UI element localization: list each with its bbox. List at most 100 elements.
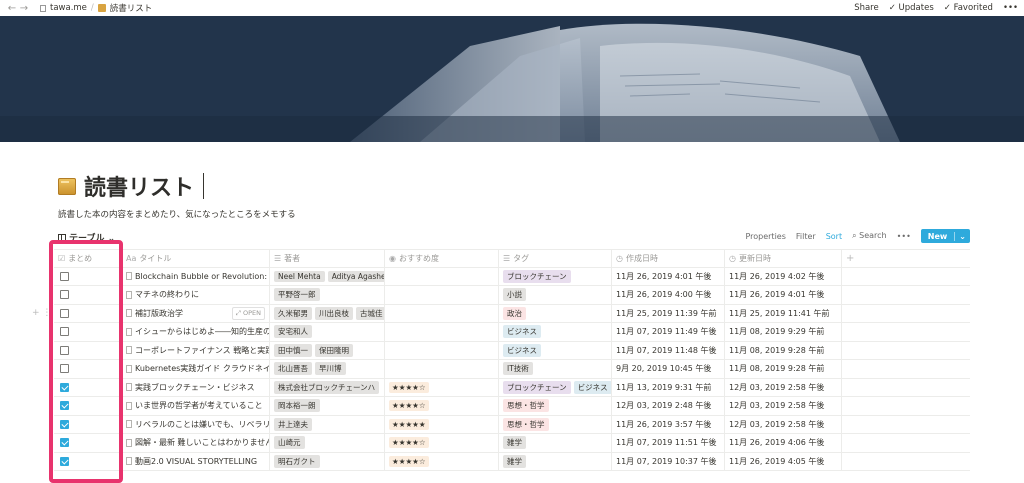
tag-cell[interactable]: 思想・哲学 [499, 397, 612, 415]
column-header[interactable]: ☰ 著者 [270, 250, 385, 267]
tag-cell[interactable]: 雑学 [499, 434, 612, 452]
more-options-icon[interactable]: ••• [897, 232, 911, 241]
title-cell[interactable]: 動画2.0 VISUAL STORYTELLING [122, 452, 270, 470]
column-header[interactable]: ◷ 作成日時 [612, 250, 725, 267]
table-row[interactable]: リベラルのことは嫌いでも、リベラリズ 井上達夫 ★★★★★ 思想・哲学 11月 26, … [54, 415, 970, 434]
rating-cell[interactable] [385, 323, 499, 341]
filter-button[interactable]: Filter [796, 232, 816, 241]
created-time: 11月 26, 2019 3:57 午後 [616, 419, 712, 429]
rating-cell[interactable]: ★★★★☆ [385, 452, 499, 470]
row-title[interactable]: コーポレートファイナンス 戦略と実践 [135, 345, 269, 356]
more-options-icon[interactable]: ••• [1003, 3, 1018, 13]
title-cell[interactable]: マチネの終わりに [122, 286, 270, 304]
row-title[interactable]: 図解・最新 難しいことはわかりません [135, 437, 269, 448]
author-cell[interactable]: 株式会社ブロックチェーンハ [270, 378, 385, 396]
sort-button[interactable]: Sort [826, 232, 842, 241]
row-title[interactable]: 動画2.0 VISUAL STORYTELLING [135, 456, 257, 467]
author-cell[interactable]: 明石ガクト [270, 452, 385, 470]
row-title[interactable]: リベラルのことは嫌いでも、リベラリズ [135, 419, 269, 430]
page-description[interactable]: 読書した本の内容をまとめたり、気になったところをメモする [58, 208, 296, 220]
row-title[interactable]: Blockchain Bubble or Revolution: The [135, 272, 269, 281]
properties-button[interactable]: Properties [745, 232, 785, 241]
title-cell[interactable]: Kubernetes実践ガイド クラウドネイテ [122, 360, 270, 378]
chevron-down-icon[interactable]: ⌄ [954, 231, 970, 241]
rating-cell[interactable] [385, 360, 499, 378]
new-button[interactable]: New ⌄ [920, 229, 970, 243]
author-cell[interactable]: 井上達夫 [270, 415, 385, 433]
table-row[interactable]: Blockchain Bubble or Revolution: The Neel… [54, 267, 970, 286]
table-row[interactable]: マチネの終わりに 平野啓一郎 小説 11月 26, 2019 4:00 午後 11月 2… [54, 286, 970, 305]
back-arrow-icon[interactable]: ← [6, 3, 18, 14]
title-cell[interactable]: Blockchain Bubble or Revolution: The [122, 267, 270, 285]
table-row[interactable]: 実践ブロックチェーン・ビジネス 株式会社ブロックチェーンハ ★★★★☆ ブロックチェー… [54, 378, 970, 397]
share-button[interactable]: Share [854, 3, 879, 13]
row-title[interactable]: マチネの終わりに [135, 289, 199, 300]
author-cell[interactable]: 山崎元 [270, 434, 385, 452]
tag-cell[interactable]: ビジネス [499, 341, 612, 359]
rating-cell[interactable] [385, 341, 499, 359]
tag-cell[interactable]: IT技術 [499, 360, 612, 378]
title-cell[interactable]: イシューからはじめよ――知的生産の [122, 323, 270, 341]
author-cell[interactable]: 安宅和人 [270, 323, 385, 341]
title-cell[interactable]: 実践ブロックチェーン・ビジネス [122, 378, 270, 396]
rating-cell[interactable] [385, 304, 499, 322]
row-title[interactable]: いま世界の哲学者が考えていること [135, 400, 263, 411]
author-cell[interactable]: 岡本裕一朗 [270, 397, 385, 415]
tag-cell[interactable]: 政治 [499, 304, 612, 322]
tag-cell[interactable]: ビジネス [499, 323, 612, 341]
author-chip: 岡本裕一朗 [274, 399, 320, 413]
rating-cell[interactable] [385, 286, 499, 304]
tag-chip: ブロックチェーン [503, 269, 571, 283]
forward-arrow-icon[interactable]: → [18, 3, 30, 14]
tag-cell[interactable]: 雑学 [499, 452, 612, 470]
author-cell[interactable]: 北山晋吾 早川博 [270, 360, 385, 378]
table-row[interactable]: 図解・最新 難しいことはわかりません 山崎元 ★★★★☆ 雑学 11月 07, 2019… [54, 434, 970, 453]
search-button[interactable]: ⌕ Search [852, 231, 887, 241]
updated-time: 11月 08, 2019 9:28 午前 [729, 345, 825, 355]
author-cell[interactable]: 久米郁男 川出良枝 古城佳 [270, 304, 385, 322]
rating-cell[interactable]: ★★★★☆ [385, 434, 499, 452]
clock-icon: ◷ [729, 253, 736, 263]
row-title[interactable]: 補訂版政治学 [135, 308, 183, 319]
column-header[interactable]: ◷ 更新日時 [725, 250, 842, 267]
column-header[interactable]: Aa タイトル [122, 250, 270, 267]
open-button[interactable]: ⤢ OPEN [231, 306, 265, 320]
tag-cell[interactable]: ブロックチェーン [499, 267, 612, 285]
table-row[interactable]: コーポレートファイナンス 戦略と実践 田中慎一 保田隆明 ビジネス 11月 07, 20… [54, 341, 970, 360]
favorited-button[interactable]: ✓ Favorited [944, 3, 993, 13]
rating-cell[interactable]: ★★★★☆ [385, 378, 499, 396]
row-title[interactable]: イシューからはじめよ――知的生産の [135, 326, 269, 337]
tag-cell[interactable]: ブロックチェーン ビジネス [499, 378, 612, 396]
tag-cell[interactable]: 小説 [499, 286, 612, 304]
column-header[interactable]: ◉ おすすめ度 [385, 250, 499, 267]
rating-cell[interactable] [385, 267, 499, 285]
table-row[interactable]: イシューからはじめよ――知的生産の 安宅和人 ビジネス 11月 07, 2019 11… [54, 323, 970, 342]
table-row[interactable]: Kubernetes実践ガイド クラウドネイテ 北山晋吾 早川博 IT技術 9月 20,… [54, 360, 970, 379]
tag-cell[interactable]: 思想・哲学 [499, 415, 612, 433]
column-header[interactable]: ☰ タグ [499, 250, 612, 267]
table-row[interactable]: いま世界の哲学者が考えていること 岡本裕一朗 ★★★★☆ 思想・哲学 12月 03, 2… [54, 397, 970, 416]
title-cell[interactable]: 図解・最新 難しいことはわかりません [122, 434, 270, 452]
title-cell[interactable]: 補訂版政治学 ⤢ OPEN [122, 304, 270, 322]
updated-time: 11月 26, 2019 4:06 午後 [729, 438, 825, 448]
add-column-button[interactable]: + [842, 250, 870, 267]
author-cell[interactable]: 平野啓一郎 [270, 286, 385, 304]
tag-chip: 雑学 [503, 454, 526, 468]
updated-cell: 11月 26, 2019 4:01 午後 [725, 286, 842, 304]
row-title[interactable]: 実践ブロックチェーン・ビジネス [135, 382, 255, 393]
author-cell[interactable]: Neel Mehta Aditya Agashe [270, 267, 385, 285]
updates-button[interactable]: ✓ Updates [889, 3, 934, 13]
row-title[interactable]: Kubernetes実践ガイド クラウドネイテ [135, 363, 269, 374]
breadcrumb-page[interactable]: 読書リスト [110, 2, 153, 14]
title-cell[interactable]: コーポレートファイナンス 戦略と実践 [122, 341, 270, 359]
rating-cell[interactable]: ★★★★☆ [385, 397, 499, 415]
folder-icon[interactable] [58, 177, 76, 195]
page-title[interactable]: 読書リスト [84, 170, 194, 202]
breadcrumb-site[interactable]: tawa.me [50, 3, 87, 13]
title-cell[interactable]: いま世界の哲学者が考えていること [122, 397, 270, 415]
table-row[interactable]: 補訂版政治学 ⤢ OPEN 久米郁男 川出良枝 古城佳 政治 11月 25, 2019 11… [54, 304, 970, 323]
rating-cell[interactable]: ★★★★★ [385, 415, 499, 433]
table-row[interactable]: 動画2.0 VISUAL STORYTELLING 明石ガクト ★★★★☆ 雑学 11月… [54, 452, 970, 471]
title-cell[interactable]: リベラルのことは嫌いでも、リベラリズ [122, 415, 270, 433]
author-cell[interactable]: 田中慎一 保田隆明 [270, 341, 385, 359]
